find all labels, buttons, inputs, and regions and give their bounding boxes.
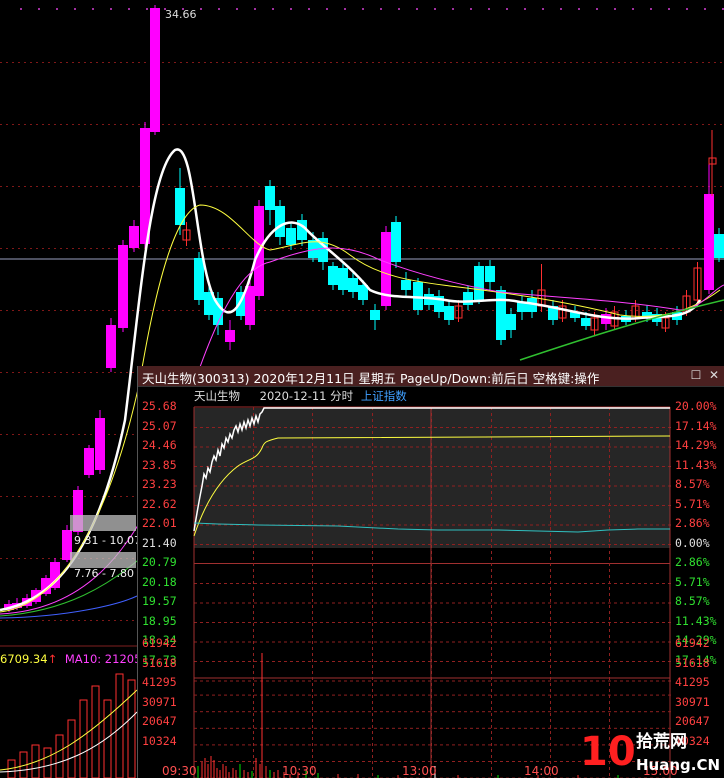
maximize-icon[interactable]: ☐ bbox=[690, 369, 702, 381]
high-price-label: 34.66 bbox=[165, 8, 197, 21]
popup-titlebar[interactable]: 天山生物(300313) 2020年12月11日 星期五 PageUp/Down… bbox=[138, 366, 724, 387]
percent-axis-label: 2.86% bbox=[675, 516, 710, 530]
percent-axis-label: 8.57% bbox=[675, 594, 710, 608]
percent-axis-label: 2.86% bbox=[675, 555, 710, 569]
volume-axis-label-right: 61942 bbox=[675, 636, 710, 650]
stock-name: 天山生物 bbox=[194, 389, 240, 403]
popup-title: 天山生物(300313) 2020年12月11日 星期五 PageUp/Down… bbox=[142, 371, 600, 386]
volume-axis-label-right: 30971 bbox=[675, 694, 710, 709]
price-axis-label: 22.62 bbox=[142, 496, 177, 511]
percent-axis-label: 11.43% bbox=[675, 457, 717, 472]
volume-axis-label-left: 41295 bbox=[142, 675, 177, 689]
intraday-chart[interactable] bbox=[138, 386, 724, 778]
chart-header: 天山生物 2020-12-11 分时 上证指数 bbox=[194, 388, 407, 404]
time-label: 13:00 bbox=[402, 764, 437, 778]
volume-axis-label-right: 41295 bbox=[675, 675, 710, 689]
volume-axis-label-right: 51618 bbox=[675, 655, 710, 670]
price-axis-label: 18.95 bbox=[142, 613, 177, 628]
price-axis-label: 19.57 bbox=[142, 594, 177, 608]
date-text: 2020-12-11 分时 bbox=[259, 389, 354, 403]
price-axis-label: 23.85 bbox=[142, 457, 177, 472]
range-label-1: 9.31 - 10.07 bbox=[74, 534, 141, 547]
volume-axis-label-left: 51618 bbox=[142, 655, 177, 670]
percent-axis-label: 20.00% bbox=[675, 399, 717, 413]
price-axis-label: 21.40 bbox=[142, 535, 177, 550]
price-axis-label: 23.23 bbox=[142, 477, 177, 491]
time-label: 14:00 bbox=[524, 764, 559, 778]
index-link[interactable]: 上证指数 bbox=[361, 389, 407, 403]
percent-axis-label: 5.71% bbox=[675, 574, 710, 589]
brand-watermark: 10 拾荒网 Huang.CN bbox=[580, 729, 720, 775]
volume-axis-label-left: 20647 bbox=[142, 714, 177, 728]
volume-axis-label-left: 10324 bbox=[142, 733, 177, 748]
percent-axis-label: 0.00% bbox=[675, 535, 710, 550]
percent-axis-label: 14.29% bbox=[675, 438, 717, 452]
percent-axis-label: 8.57% bbox=[675, 477, 710, 491]
price-axis-label: 25.07 bbox=[142, 418, 177, 433]
indicator-row: 6709.34↑ MA10: 21205C bbox=[0, 652, 149, 666]
time-label: 09:30 bbox=[162, 764, 197, 778]
volume-axis-label-left: 30971 bbox=[142, 694, 177, 709]
price-axis-label: 25.68 bbox=[142, 399, 177, 413]
close-icon[interactable]: ✕ bbox=[708, 369, 720, 381]
svg-text:10: 10 bbox=[580, 729, 636, 775]
price-axis-label: 22.01 bbox=[142, 516, 177, 530]
brand-en: Huang.CN bbox=[636, 756, 720, 774]
price-axis-label: 20.18 bbox=[142, 574, 177, 589]
volume-value: 6709.34 bbox=[0, 652, 48, 666]
percent-axis-label: 5.71% bbox=[675, 496, 710, 511]
price-axis-label: 20.79 bbox=[142, 555, 177, 569]
time-label: 10:30 bbox=[282, 764, 317, 778]
price-axis-label: 24.46 bbox=[142, 438, 177, 452]
up-arrow-icon: ↑ bbox=[47, 652, 58, 666]
brand-cn: 拾荒网 bbox=[636, 731, 687, 752]
intraday-popup-window[interactable]: 天山生物(300313) 2020年12月11日 星期五 PageUp/Down… bbox=[137, 366, 724, 778]
range-label-2: 7.76 - 7.80 bbox=[74, 567, 134, 580]
volume-axis-label-left: 61942 bbox=[142, 636, 177, 650]
percent-axis-label: 17.14% bbox=[675, 418, 717, 433]
percent-axis-label: 11.43% bbox=[675, 613, 717, 628]
